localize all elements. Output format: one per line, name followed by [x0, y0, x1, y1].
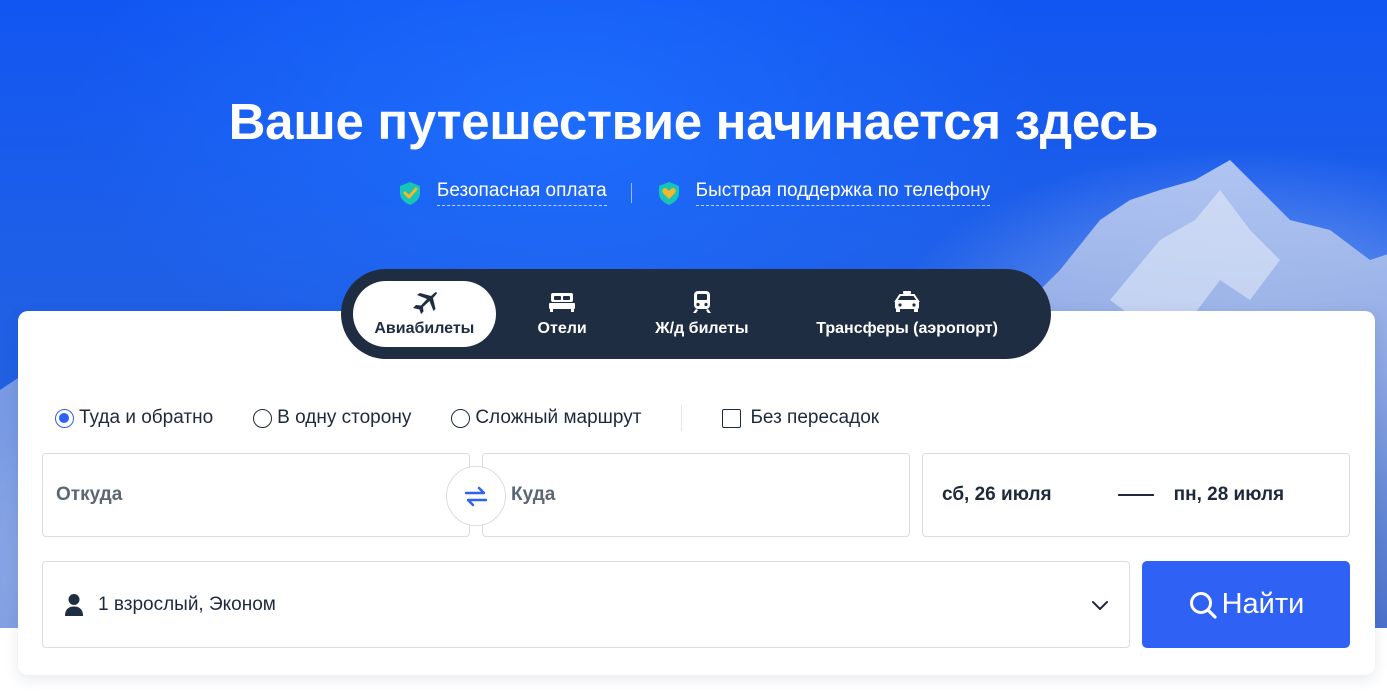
destination-placeholder: Куда: [511, 484, 556, 505]
origin-placeholder: Откуда: [56, 484, 123, 505]
direct-flights-checkbox[interactable]: Без пересадок: [722, 407, 879, 429]
dates-field[interactable]: сб, 26 июля пн, 28 июля: [922, 453, 1350, 537]
option-label: Туда и обратно: [79, 407, 214, 428]
person-icon: [65, 593, 83, 616]
passengers-value: 1 взрослый, Эконом: [98, 593, 276, 615]
option-label: В одну сторону: [277, 407, 412, 428]
feature-phone-support[interactable]: Быстрая поддержка по телефону: [656, 180, 991, 206]
page-title: Ваше путешествие начинается здесь: [228, 93, 1159, 150]
search-button-label: Найти: [1221, 588, 1305, 620]
radio-unchecked[interactable]: [253, 408, 273, 428]
checkbox[interactable]: [722, 408, 742, 428]
tab-transfers[interactable]: Трансферы (аэропорт): [775, 281, 1039, 347]
tab-flights[interactable]: Авиабилеты: [353, 281, 496, 347]
origin-field[interactable]: Откуда: [42, 453, 470, 537]
trip-type-oneway[interactable]: В одну сторону: [253, 407, 411, 429]
destination-field[interactable]: Куда: [482, 453, 910, 537]
options-divider: [681, 405, 683, 431]
option-label: Без пересадок: [750, 407, 880, 428]
passengers-selector[interactable]: 1 взрослый, Эконом: [42, 561, 1130, 648]
product-tabs: Авиабилеты Отели Ж/д билеты Трансферы (а…: [341, 269, 1051, 359]
tab-rail[interactable]: Ж/д билеты: [629, 281, 776, 347]
plane-icon: [413, 292, 438, 314]
bed-icon: [549, 293, 576, 312]
depart-date[interactable]: сб, 26 июля: [942, 484, 1052, 506]
swap-button[interactable]: [446, 466, 506, 526]
tab-hotels[interactable]: Отели: [496, 281, 629, 347]
shield-check-icon: [399, 182, 420, 205]
swap-arrows-icon: [464, 486, 488, 507]
tab-label: Трансферы (аэропорт): [816, 320, 998, 337]
option-label: Сложный маршрут: [475, 407, 642, 428]
train-icon: [692, 291, 711, 313]
feature-label: Быстрая поддержка по телефону: [695, 180, 991, 206]
radio-checked[interactable]: [55, 408, 74, 428]
search-icon: [1189, 591, 1217, 619]
date-range-dash: [1117, 494, 1154, 496]
tab-label: Ж/д билеты: [655, 320, 749, 337]
car-icon: [894, 291, 920, 312]
search-button[interactable]: Найти: [1142, 561, 1350, 648]
chevron-down-icon: [1092, 601, 1108, 610]
feature-divider: [630, 183, 632, 203]
tab-label: Авиабилеты: [374, 320, 475, 337]
feature-secure-payment[interactable]: Безопасная оплата: [397, 180, 607, 206]
shield-heart-icon: [658, 182, 679, 205]
radio-unchecked[interactable]: [451, 408, 471, 428]
feature-label: Безопасная оплата: [436, 180, 607, 206]
trip-type-multicity[interactable]: Сложный маршрут: [451, 407, 641, 429]
return-date[interactable]: пн, 28 июля: [1174, 484, 1285, 506]
trip-type-roundtrip[interactable]: Туда и обратно: [55, 407, 213, 429]
feature-list: Безопасная оплата Быстрая поддержка по т…: [0, 180, 1387, 206]
trip-options: Туда и обратно В одну сторону Сложный ма…: [55, 405, 879, 431]
tab-label: Отели: [537, 320, 587, 337]
